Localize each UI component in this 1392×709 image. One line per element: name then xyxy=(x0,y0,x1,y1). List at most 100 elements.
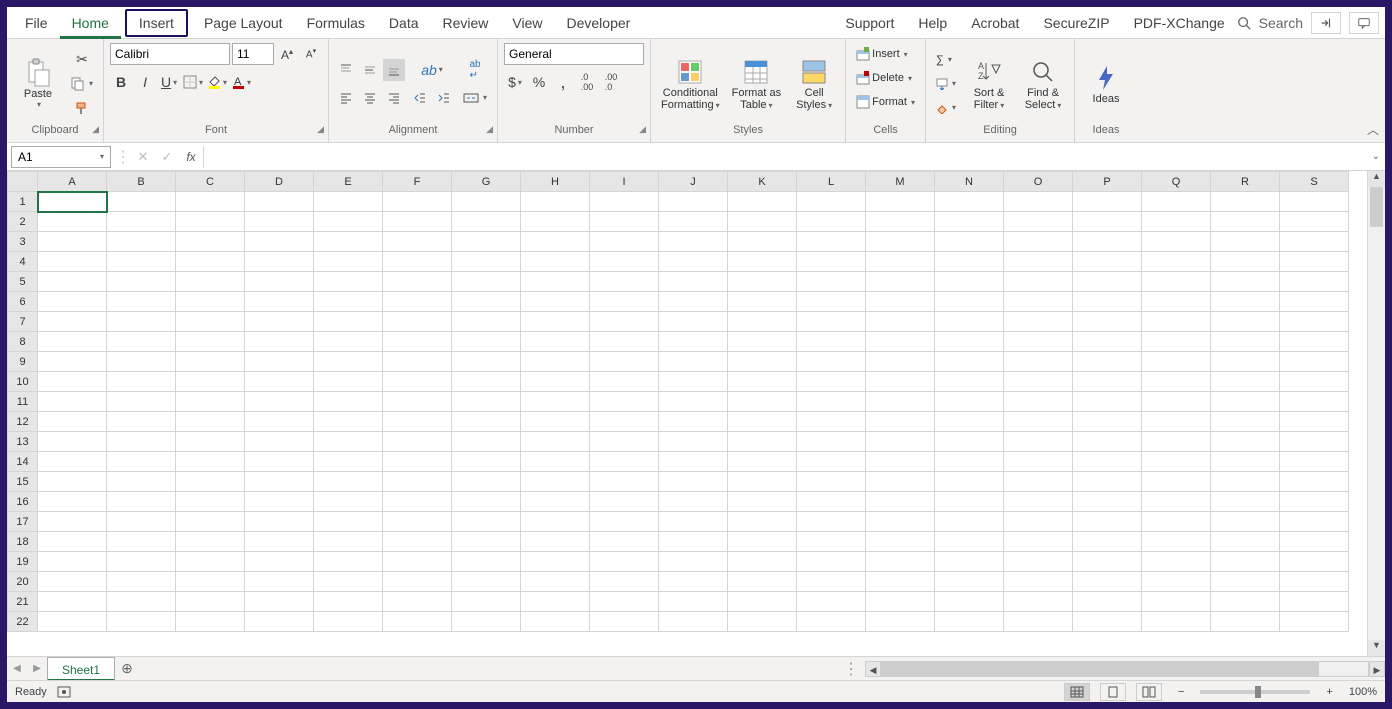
cell[interactable] xyxy=(521,532,590,552)
decrease-font-button[interactable]: A▾ xyxy=(300,43,322,65)
cell[interactable] xyxy=(245,552,314,572)
cell[interactable] xyxy=(245,252,314,272)
cell[interactable] xyxy=(452,492,521,512)
cell[interactable] xyxy=(866,312,935,332)
cell[interactable] xyxy=(935,272,1004,292)
cell[interactable] xyxy=(452,312,521,332)
cell[interactable] xyxy=(38,372,107,392)
tab-support[interactable]: Support xyxy=(833,7,906,39)
find-select-button[interactable]: Find & Select▾ xyxy=(1018,55,1068,113)
cell[interactable] xyxy=(590,552,659,572)
row-header[interactable]: 9 xyxy=(8,352,38,372)
scroll-right-icon[interactable]: ▶ xyxy=(1369,661,1385,677)
cell[interactable] xyxy=(314,352,383,372)
cell[interactable] xyxy=(383,612,452,632)
cell[interactable] xyxy=(521,452,590,472)
row-header[interactable]: 6 xyxy=(8,292,38,312)
cell[interactable] xyxy=(1211,312,1280,332)
autosum-button[interactable]: ∑▾ xyxy=(932,49,956,71)
cell[interactable] xyxy=(935,332,1004,352)
cell[interactable] xyxy=(659,572,728,592)
cell[interactable] xyxy=(590,592,659,612)
cell[interactable] xyxy=(866,372,935,392)
cell[interactable] xyxy=(1004,452,1073,472)
row-header[interactable]: 8 xyxy=(8,332,38,352)
cell[interactable] xyxy=(797,552,866,572)
cell[interactable] xyxy=(38,592,107,612)
cell[interactable] xyxy=(590,612,659,632)
row-header[interactable]: 17 xyxy=(8,512,38,532)
dialog-launcher-icon[interactable]: ◢ xyxy=(317,124,324,135)
cell[interactable] xyxy=(866,472,935,492)
cell[interactable] xyxy=(659,272,728,292)
format-as-table-button[interactable]: Format as Table▾ xyxy=(728,55,786,113)
cell[interactable] xyxy=(38,512,107,532)
cell[interactable] xyxy=(452,452,521,472)
cell[interactable] xyxy=(866,492,935,512)
increase-decimal-button[interactable]: .0.00 xyxy=(576,71,598,93)
cell[interactable] xyxy=(38,552,107,572)
zoom-slider[interactable] xyxy=(1200,690,1310,694)
cell[interactable] xyxy=(176,572,245,592)
format-cells-button[interactable]: Format▾ xyxy=(852,91,919,113)
cell[interactable] xyxy=(866,272,935,292)
cell[interactable] xyxy=(107,432,176,452)
cell[interactable] xyxy=(1280,432,1349,452)
column-header[interactable]: C xyxy=(176,172,245,192)
tab-page-layout[interactable]: Page Layout xyxy=(192,7,295,39)
cell[interactable] xyxy=(1004,352,1073,372)
cell[interactable] xyxy=(107,332,176,352)
cell[interactable] xyxy=(1142,612,1211,632)
cell[interactable] xyxy=(176,592,245,612)
cell[interactable] xyxy=(1211,232,1280,252)
cell[interactable] xyxy=(107,552,176,572)
cell[interactable] xyxy=(176,192,245,212)
cell[interactable] xyxy=(1211,552,1280,572)
cell[interactable] xyxy=(1142,312,1211,332)
cell[interactable] xyxy=(590,252,659,272)
align-top-button[interactable] xyxy=(335,59,357,81)
cell[interactable] xyxy=(314,472,383,492)
cell[interactable] xyxy=(1004,532,1073,552)
cell[interactable] xyxy=(659,432,728,452)
cell[interactable] xyxy=(590,332,659,352)
column-header[interactable]: M xyxy=(866,172,935,192)
cell[interactable] xyxy=(245,372,314,392)
cell[interactable] xyxy=(1280,232,1349,252)
cell[interactable] xyxy=(521,572,590,592)
cell[interactable] xyxy=(521,272,590,292)
cell[interactable] xyxy=(935,372,1004,392)
column-header[interactable]: N xyxy=(935,172,1004,192)
cell[interactable] xyxy=(935,612,1004,632)
cell[interactable] xyxy=(383,332,452,352)
cell[interactable] xyxy=(521,552,590,572)
column-header[interactable]: O xyxy=(1004,172,1073,192)
italic-button[interactable]: I xyxy=(134,71,156,93)
cell[interactable] xyxy=(176,212,245,232)
cell[interactable] xyxy=(728,552,797,572)
row-header[interactable]: 22 xyxy=(8,612,38,632)
column-header[interactable]: R xyxy=(1211,172,1280,192)
cell[interactable] xyxy=(1004,332,1073,352)
cell[interactable] xyxy=(452,192,521,212)
cell[interactable] xyxy=(176,472,245,492)
formula-input[interactable] xyxy=(203,146,1367,168)
cell[interactable] xyxy=(1073,432,1142,452)
cell[interactable] xyxy=(728,272,797,292)
cell[interactable] xyxy=(452,252,521,272)
cell[interactable] xyxy=(797,292,866,312)
cell[interactable] xyxy=(383,552,452,572)
row-header[interactable]: 11 xyxy=(8,392,38,412)
cell[interactable] xyxy=(107,392,176,412)
cell[interactable] xyxy=(659,492,728,512)
column-header[interactable]: E xyxy=(314,172,383,192)
cell[interactable] xyxy=(176,372,245,392)
tab-file[interactable]: File xyxy=(13,7,60,39)
cell[interactable] xyxy=(728,432,797,452)
cell[interactable] xyxy=(383,492,452,512)
cell[interactable] xyxy=(797,232,866,252)
cell[interactable] xyxy=(314,512,383,532)
cell[interactable] xyxy=(1211,492,1280,512)
cell[interactable] xyxy=(383,512,452,532)
cell[interactable] xyxy=(728,192,797,212)
